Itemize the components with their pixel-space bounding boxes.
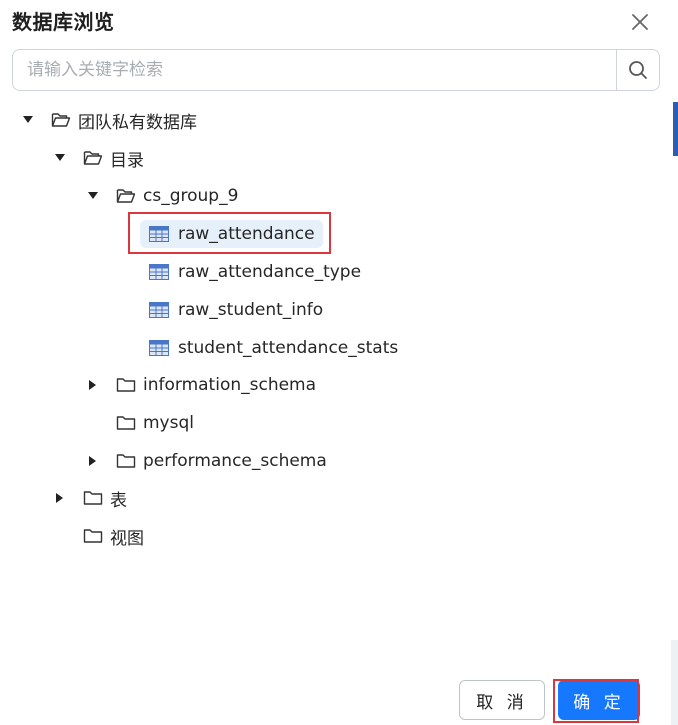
tree-node-root[interactable]: 团队私有数据库: [20, 103, 197, 137]
search-box: [12, 49, 660, 91]
table-icon: [148, 225, 170, 243]
tree-node-table-raw-attendance[interactable]: raw_attendance: [140, 217, 323, 251]
cancel-button[interactable]: 取 消: [459, 680, 545, 720]
table-icon: [148, 301, 170, 319]
folder-icon: [115, 452, 137, 470]
tree-node-performance-schema[interactable]: performance_schema: [85, 444, 327, 478]
tree-node-table-raw-attendance-type[interactable]: raw_attendance_type: [148, 255, 361, 289]
tree-node-catalog[interactable]: 目录: [52, 141, 144, 175]
tree-node-information-schema[interactable]: information_schema: [85, 368, 316, 402]
tree-label: student_attendance_stats: [178, 338, 399, 358]
background-edge: [671, 640, 678, 725]
tree-label: 团队私有数据库: [78, 112, 197, 133]
tree-label: information_schema: [143, 375, 317, 395]
caret-down-icon[interactable]: [52, 150, 68, 166]
tree-label: raw_student_info: [178, 300, 324, 320]
folder-open-icon: [115, 187, 137, 205]
caret-right-icon[interactable]: [52, 490, 68, 506]
tree-label: 表: [110, 490, 127, 511]
tree-label: cs_group_9: [143, 186, 239, 206]
tree-node-table-student-attendance-stats[interactable]: student_attendance_stats: [148, 331, 398, 365]
tree-node-cs-group[interactable]: cs_group_9: [85, 179, 238, 213]
folder-icon: [82, 489, 104, 507]
tree-node-tables-folder[interactable]: 表: [52, 481, 127, 515]
folder-open-icon: [82, 149, 104, 167]
tree-node-table-raw-student-info[interactable]: raw_student_info: [148, 293, 323, 327]
tree-label: 视图: [110, 528, 144, 549]
tree-label: raw_attendance_type: [178, 262, 362, 282]
folder-icon: [115, 376, 137, 394]
dialog-title: 数据库浏览: [12, 10, 115, 34]
close-button[interactable]: [624, 6, 656, 38]
folder-icon: [115, 414, 137, 432]
table-icon: [148, 339, 170, 357]
tree-node-views-folder[interactable]: 视图: [82, 519, 144, 553]
tree-label: performance_schema: [143, 451, 327, 471]
selected-node[interactable]: raw_attendance: [140, 220, 323, 248]
caret-down-icon[interactable]: [20, 112, 36, 128]
background-edge: [673, 102, 678, 156]
search-icon: [629, 61, 647, 79]
folder-open-icon: [50, 111, 72, 129]
tree-node-mysql[interactable]: mysql: [115, 406, 194, 440]
table-icon: [148, 263, 170, 281]
tree-label: raw_attendance: [178, 224, 315, 244]
caret-right-icon[interactable]: [85, 377, 101, 393]
caret-right-icon[interactable]: [85, 453, 101, 469]
caret-down-icon[interactable]: [85, 188, 101, 204]
folder-icon: [82, 527, 104, 545]
confirm-button[interactable]: 确 定: [558, 680, 640, 720]
close-icon: [632, 14, 648, 30]
tree-label: mysql: [143, 413, 194, 433]
search-input[interactable]: [13, 50, 616, 90]
tree-label: 目录: [110, 150, 144, 171]
search-button[interactable]: [616, 50, 659, 90]
